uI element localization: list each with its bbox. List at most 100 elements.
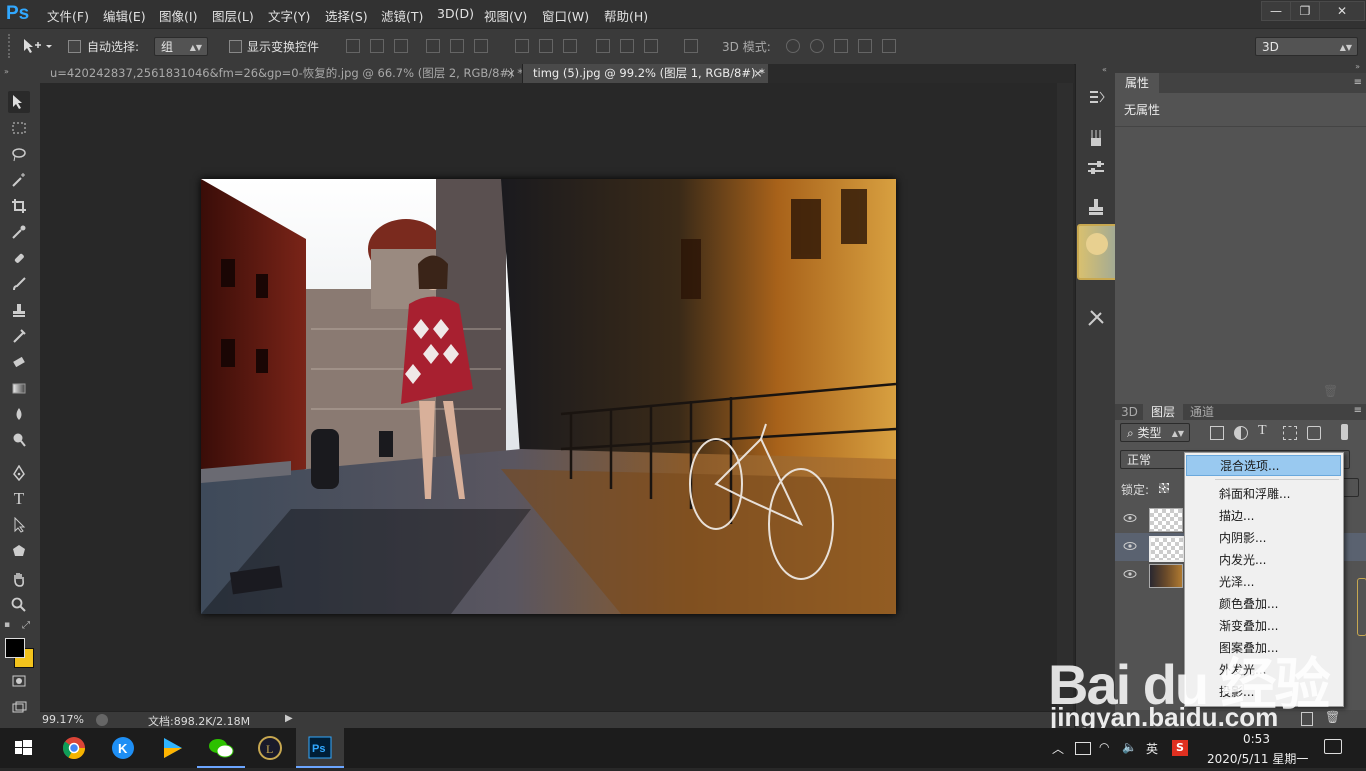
document-tab-1[interactable]: u=420242837,2561831046&fm=26&gp=0-恢复的.jp… (40, 64, 523, 83)
blur-tool-icon[interactable] (8, 403, 30, 425)
distribute-left-icon[interactable] (596, 39, 610, 53)
wechat-taskbar-icon[interactable] (197, 728, 245, 768)
auto-select-dropdown[interactable]: 组 ▲▼ (154, 37, 208, 56)
align-right-icon[interactable] (474, 39, 488, 53)
photoshop-taskbar-icon[interactable]: Ps (296, 728, 344, 768)
close-window-button[interactable]: ✕ (1319, 1, 1365, 21)
distribute-hcenter-icon[interactable] (620, 39, 634, 53)
layer-filter-dropdown[interactable]: ⌕ 类型 ▲▼ (1120, 423, 1190, 442)
tab-properties[interactable]: 属性 (1115, 73, 1160, 93)
zoom-tool-icon[interactable] (8, 594, 30, 616)
menu-layer[interactable]: 图层(L) (212, 6, 254, 25)
volume-icon[interactable]: 🔈 (1122, 740, 1137, 754)
menu-item-bevel-emboss[interactable]: 斜面和浮雕... (1186, 484, 1341, 505)
filter-pixel-icon[interactable] (1210, 426, 1224, 440)
magic-wand-tool-icon[interactable] (8, 169, 30, 191)
brush-tool-icon[interactable] (8, 273, 30, 295)
wifi-icon[interactable]: ◠ (1099, 740, 1109, 754)
3d-slide-icon[interactable] (858, 39, 872, 53)
panel-scroll-indicator[interactable] (1357, 578, 1366, 636)
gradient-tool-icon[interactable] (8, 377, 30, 399)
visibility-eye-icon[interactable] (1123, 541, 1137, 551)
video-player-taskbar-icon[interactable] (148, 728, 196, 768)
menu-item-stroke[interactable]: 描边... (1186, 506, 1341, 527)
move-tool-preset-icon[interactable] (22, 38, 52, 57)
close-tab-icon[interactable]: × (506, 64, 516, 83)
menu-edit[interactable]: 编辑(E) (103, 6, 146, 25)
history-panel-icon[interactable] (1086, 88, 1106, 108)
menu-item-color-overlay[interactable]: 颜色叠加... (1186, 594, 1341, 615)
menu-select[interactable]: 选择(S) (325, 6, 368, 25)
align-left-icon[interactable] (426, 39, 440, 53)
3d-orbit-icon[interactable] (786, 39, 800, 53)
align-top-icon[interactable] (346, 39, 360, 53)
quick-mask-icon[interactable] (8, 670, 30, 692)
status-info-icon[interactable] (96, 714, 108, 726)
healing-brush-tool-icon[interactable] (8, 247, 30, 269)
document-canvas-image[interactable] (201, 179, 896, 614)
menu-item-blending-options[interactable]: 混合选项... (1186, 455, 1341, 476)
filter-adjustment-icon[interactable] (1234, 426, 1248, 440)
collapse-panels-icon[interactable]: « (1102, 65, 1107, 74)
restore-button[interactable]: ❐ (1290, 1, 1320, 21)
type-tool-icon[interactable]: T (8, 488, 30, 510)
path-selection-tool-icon[interactable] (8, 514, 30, 536)
menu-item-inner-shadow[interactable]: 内阴影... (1186, 528, 1341, 549)
crop-tool-icon[interactable] (8, 195, 30, 217)
zoom-level[interactable]: 99.17% (42, 713, 84, 726)
menu-filter[interactable]: 滤镜(T) (381, 6, 423, 25)
3d-scale-icon[interactable] (882, 39, 896, 53)
default-colors-icon[interactable]: ▪ (4, 620, 14, 630)
menu-item-inner-glow[interactable]: 内发光... (1186, 550, 1341, 571)
distribute-right-icon[interactable] (644, 39, 658, 53)
tab-channels[interactable]: 通道 (1190, 404, 1214, 420)
options-bar-grip[interactable] (8, 34, 11, 58)
brush-presets-panel-icon[interactable] (1086, 128, 1106, 148)
tray-expand-icon[interactable]: ︿ (1052, 740, 1064, 757)
battery-icon[interactable] (1075, 742, 1091, 755)
adjustments-panel-icon[interactable] (1086, 158, 1106, 178)
filter-toggle-icon[interactable] (1341, 424, 1348, 440)
status-menu-arrow-icon[interactable]: ▶ (285, 713, 293, 724)
clone-stamp-tool-icon[interactable] (8, 299, 30, 321)
minimize-button[interactable]: — (1261, 1, 1291, 21)
auto-align-icon[interactable] (684, 39, 698, 53)
screen-mode-icon[interactable] (8, 697, 30, 719)
filter-type-icon[interactable]: T (1258, 423, 1267, 439)
visibility-eye-icon[interactable] (1123, 513, 1137, 523)
sogou-input-icon[interactable]: S (1172, 740, 1188, 756)
kugou-taskbar-icon[interactable]: K (99, 728, 147, 768)
clock-date[interactable]: 2020/5/11 星期一 (1207, 750, 1308, 767)
close-tab-icon[interactable]: × (753, 64, 763, 83)
eraser-tool-icon[interactable] (8, 351, 30, 373)
input-language-indicator[interactable]: 英 (1146, 740, 1158, 757)
distribute-vcenter-icon[interactable] (539, 39, 553, 53)
pen-tool-icon[interactable] (8, 462, 30, 484)
distribute-top-icon[interactable] (515, 39, 529, 53)
menu-item-gradient-overlay[interactable]: 渐变叠加... (1186, 616, 1341, 637)
game-client-taskbar-icon[interactable]: L (246, 728, 294, 768)
panel-menu-icon[interactable]: ≡ (1354, 77, 1362, 88)
start-button[interactable] (0, 728, 48, 768)
notification-center-icon[interactable] (1324, 739, 1342, 754)
lasso-tool-icon[interactable] (8, 143, 30, 165)
clock-time[interactable]: 0:53 (1243, 732, 1270, 746)
eyedropper-tool-icon[interactable] (8, 221, 30, 243)
filter-shape-icon[interactable] (1283, 426, 1297, 440)
collapse-toolbar-icon[interactable]: » (4, 67, 9, 76)
align-vcenter-icon[interactable] (370, 39, 384, 53)
menu-window[interactable]: 窗口(W) (542, 6, 589, 25)
workspace-vertical-scrollbar[interactable] (1057, 83, 1073, 711)
menu-file[interactable]: 文件(F) (47, 6, 89, 25)
visibility-eye-icon[interactable] (1123, 569, 1137, 579)
menu-image[interactable]: 图像(I) (159, 6, 197, 25)
chrome-taskbar-icon[interactable] (50, 728, 98, 768)
delete-icon[interactable]: 🗑 (1323, 384, 1338, 398)
hand-tool-icon[interactable] (8, 568, 30, 590)
document-tab-2[interactable]: timg (5).jpg @ 99.2% (图层 1, RGB/8#) * × (522, 64, 768, 83)
collapse-panel-icon[interactable]: » (1355, 62, 1360, 71)
lock-transparency-icon[interactable] (1159, 483, 1169, 493)
dodge-tool-icon[interactable] (8, 429, 30, 451)
distribute-bottom-icon[interactable] (563, 39, 577, 53)
clone-source-panel-icon[interactable] (1086, 197, 1106, 217)
